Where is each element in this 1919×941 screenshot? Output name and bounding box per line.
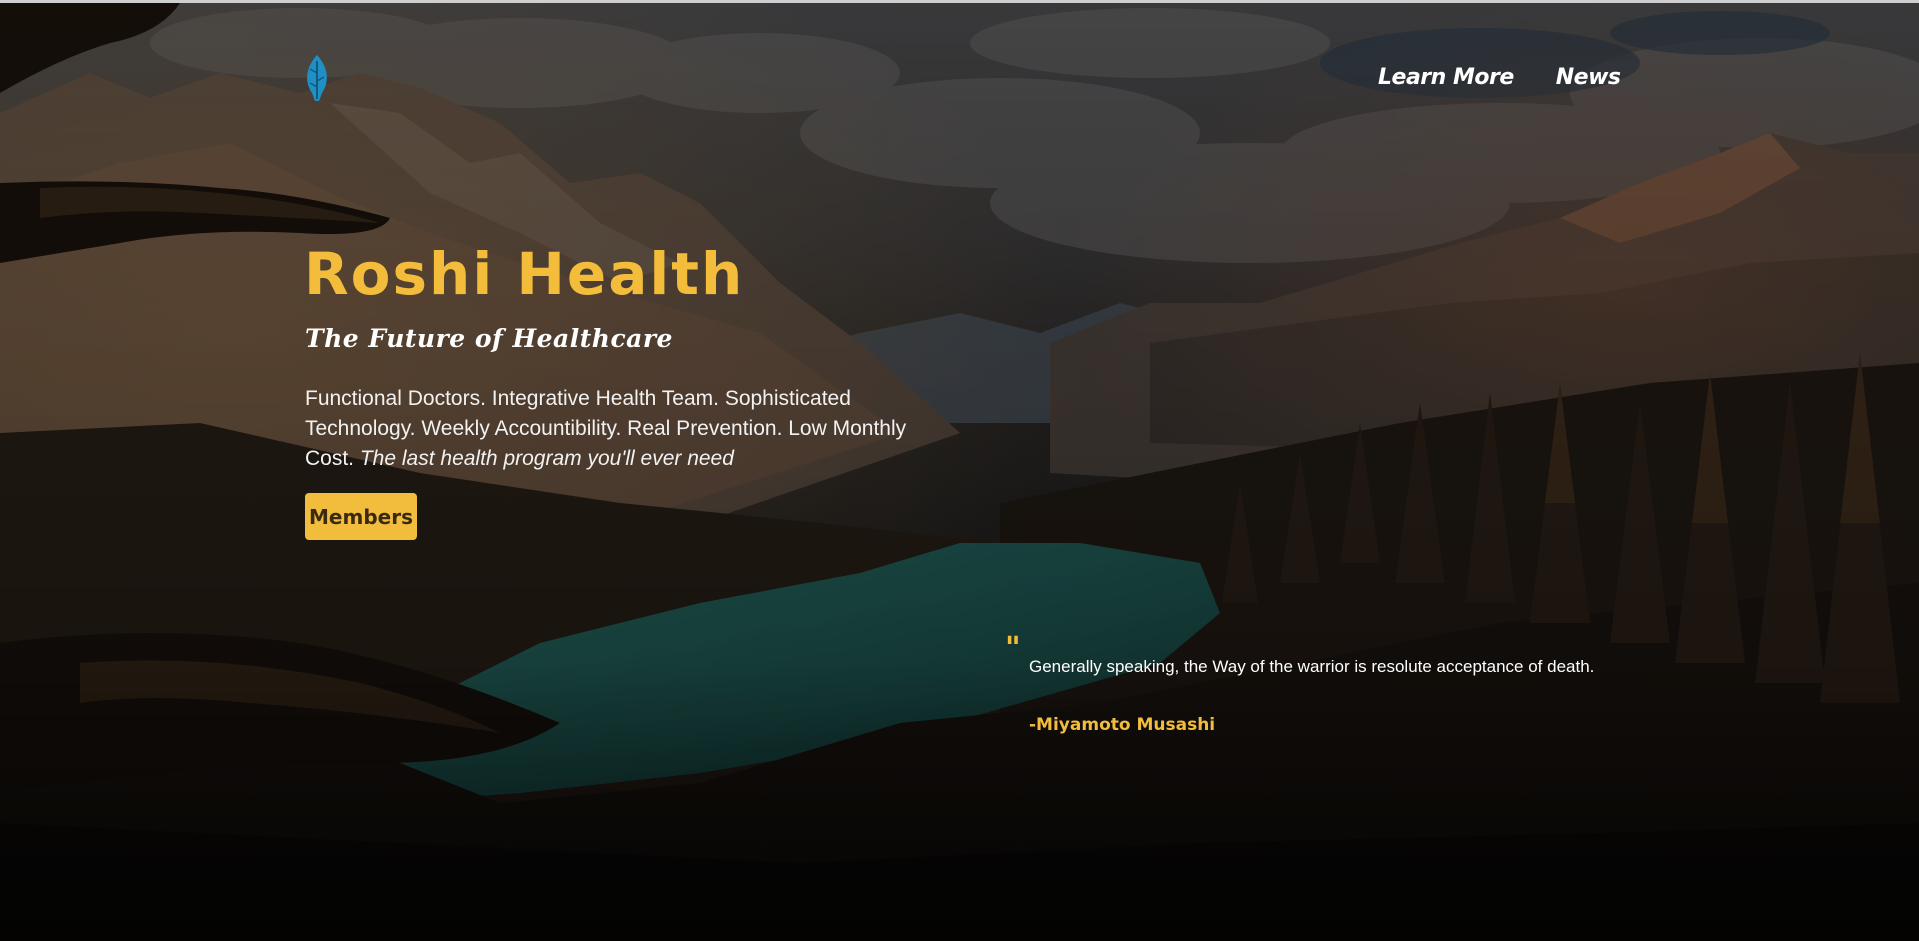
- quote-author: -Miyamoto Musashi: [1029, 715, 1216, 735]
- quote-mark-icon: ": [1005, 631, 1021, 666]
- quote-text: Generally speaking, the Way of the warri…: [1029, 657, 1595, 676]
- top-navigation: Learn More News: [1378, 65, 1621, 90]
- nav-link-news[interactable]: News: [1556, 65, 1621, 90]
- hero-section: Learn More News Roshi Health The Future …: [0, 0, 1919, 941]
- leaf-logo-icon[interactable]: [302, 53, 332, 103]
- members-button[interactable]: Members: [305, 493, 417, 540]
- hero-title: Roshi Health: [304, 240, 745, 308]
- hero-subtitle: The Future of Healthcare: [305, 324, 673, 353]
- hero-description-emphasis: The last health program you'll ever need: [359, 447, 734, 470]
- background-landscape-image: [0, 3, 1919, 941]
- hero-description: Functional Doctors. Integrative Health T…: [305, 384, 945, 474]
- nav-link-learn-more[interactable]: Learn More: [1378, 65, 1514, 90]
